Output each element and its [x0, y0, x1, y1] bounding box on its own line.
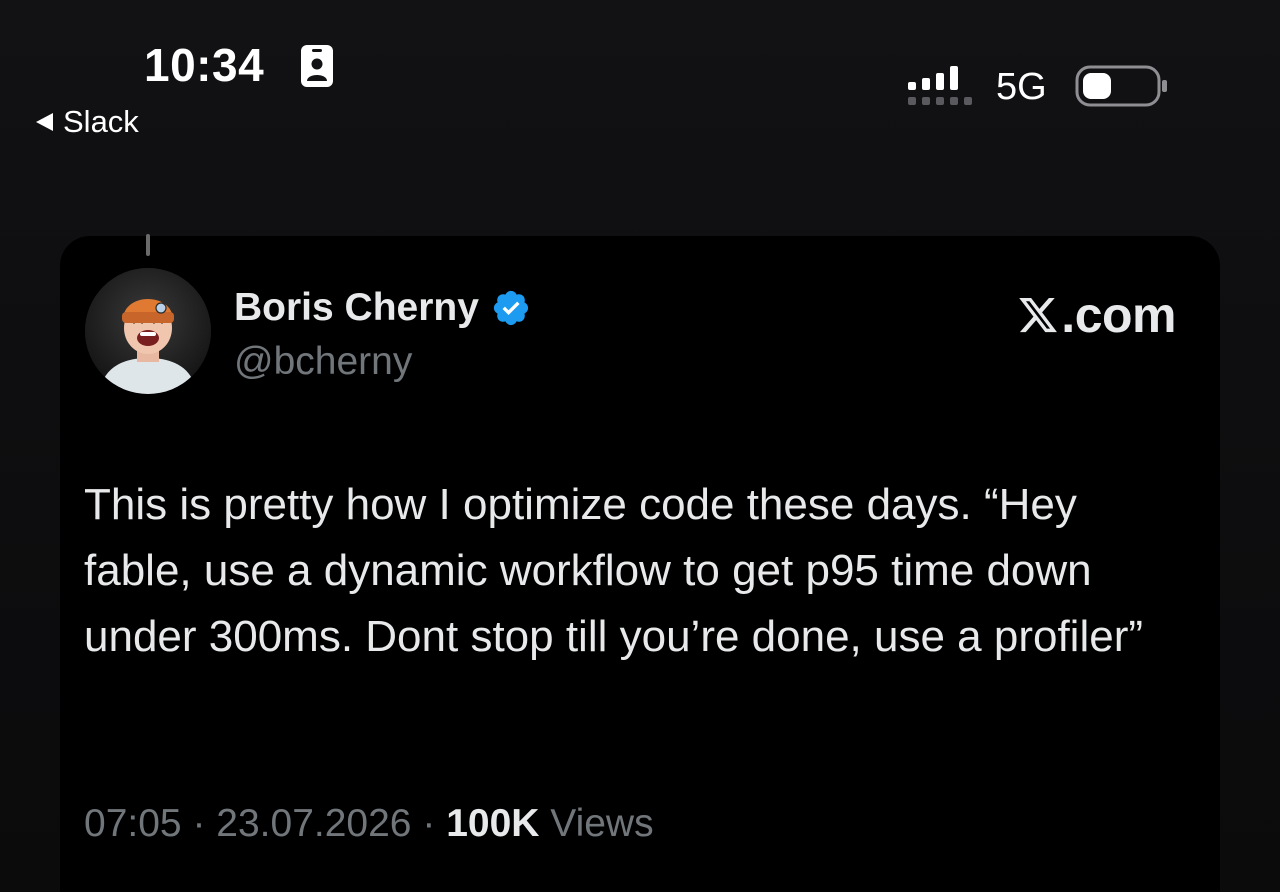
- tweet-text: This is pretty how I optimize code these…: [84, 480, 1144, 661]
- author-name-text: Boris Cherny: [234, 286, 479, 329]
- network-type-label: 5G: [996, 66, 1047, 108]
- id-card-icon: [301, 45, 333, 87]
- back-label: Slack: [63, 104, 139, 139]
- author-avatar[interactable]: [85, 268, 211, 394]
- signal-icon: [908, 66, 972, 105]
- views-count: 100K: [446, 802, 540, 845]
- site-brand-suffix: .com: [1061, 287, 1176, 343]
- status-clock: 10:34: [144, 39, 265, 91]
- site-brand-link[interactable]: .com: [1017, 286, 1176, 344]
- tweet-time[interactable]: 07:05: [84, 802, 182, 845]
- battery-icon: [1075, 65, 1167, 107]
- avatar-image: [85, 268, 211, 394]
- card-notch: [146, 234, 150, 256]
- tweet-meta: 07:05 · 23.07.2026 · 100K Views: [84, 802, 654, 846]
- meta-separator: ·: [422, 802, 436, 845]
- x-logo-icon: [1019, 297, 1058, 333]
- views-label: Views: [550, 802, 654, 845]
- meta-separator: ·: [192, 802, 206, 845]
- tweet-date[interactable]: 23.07.2026: [216, 802, 411, 845]
- author-name[interactable]: Boris Cherny: [234, 286, 531, 330]
- author-handle[interactable]: @bcherny: [234, 340, 412, 384]
- tweet-card[interactable]: Boris Cherny @bcherny .com This is prett…: [60, 234, 1220, 892]
- phone-screen: 10:34 Slack 5G Boris Cherny @bcherny .co…: [0, 0, 1280, 892]
- back-to-slack-link[interactable]: Slack: [36, 104, 139, 140]
- verified-badge-icon: [493, 290, 528, 326]
- back-arrow-icon: [36, 113, 53, 131]
- status-bar: 10:34 Slack 5G: [0, 0, 1280, 150]
